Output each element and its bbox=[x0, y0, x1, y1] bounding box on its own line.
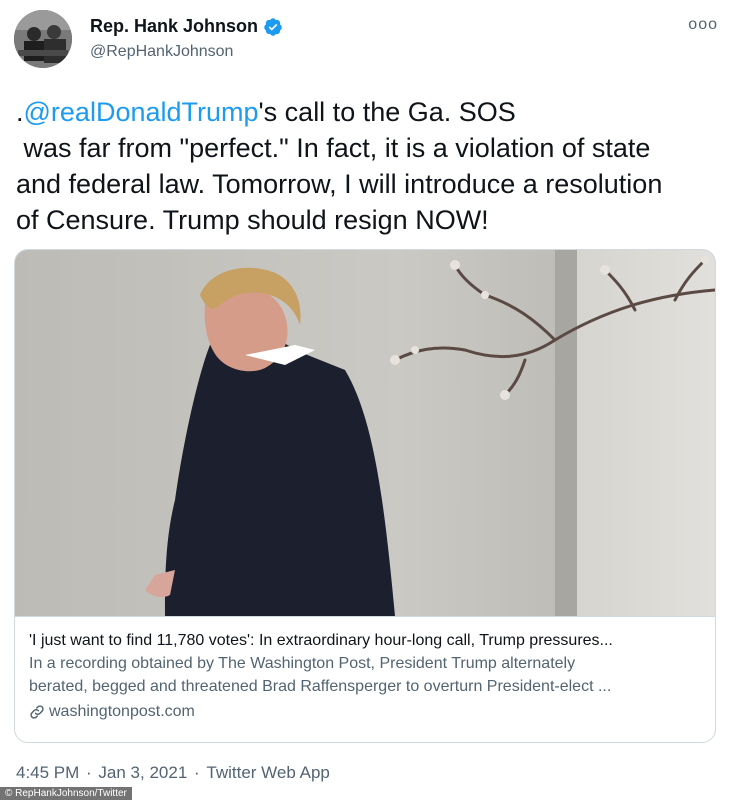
author-name-row: Rep. Hank Johnson bbox=[90, 16, 283, 37]
card-body: 'I just want to find 11,780 votes': In e… bbox=[15, 616, 715, 742]
verified-badge-icon bbox=[263, 17, 283, 37]
card-image[interactable] bbox=[15, 250, 715, 616]
card-photo bbox=[15, 250, 715, 616]
link-icon bbox=[29, 704, 45, 720]
tweet-source[interactable]: Twitter Web App bbox=[206, 763, 329, 782]
card-description-line-2: berated, begged and threatened Brad Raff… bbox=[29, 678, 612, 695]
card-description-line-1: In a recording obtained by The Washingto… bbox=[29, 655, 576, 672]
tweet-line-4: of Censure. Trump should resign NOW! bbox=[16, 205, 489, 235]
card-domain-row: washingtonpost.com bbox=[29, 701, 701, 723]
mention-link[interactable]: @realDonaldTrump bbox=[24, 97, 259, 127]
tweet-line-2: was far from "perfect." In fact, it is a… bbox=[16, 133, 651, 163]
card-title: 'I just want to find 11,780 votes': In e… bbox=[29, 632, 613, 649]
avatar[interactable] bbox=[14, 10, 72, 68]
tweet-line-1-suffix: 's call to the Ga. SOS bbox=[258, 97, 516, 127]
tweet-line-1-prefix: . bbox=[16, 97, 24, 127]
tweet-line-3: and federal law. Tomorrow, I will introd… bbox=[16, 169, 663, 199]
meta-separator-1: · bbox=[81, 763, 97, 782]
meta-separator-2: · bbox=[189, 763, 205, 782]
avatar-photo bbox=[14, 10, 72, 68]
author-display-name[interactable]: Rep. Hank Johnson bbox=[90, 16, 258, 37]
more-options-icon[interactable]: ooo bbox=[688, 16, 718, 34]
link-preview-card[interactable]: 'I just want to find 11,780 votes': In e… bbox=[14, 249, 716, 743]
card-domain: washingtonpost.com bbox=[49, 703, 195, 720]
tweet-line-1: .@realDonaldTrump's call to the Ga. SOS bbox=[16, 94, 716, 130]
tweet-date[interactable]: Jan 3, 2021 bbox=[98, 763, 187, 782]
tweet-text: .@realDonaldTrump's call to the Ga. SOS … bbox=[16, 94, 716, 238]
image-credit-watermark: © RepHankJohnson/Twitter bbox=[0, 787, 132, 800]
tweet-time[interactable]: 4:45 PM bbox=[16, 763, 79, 782]
author-handle[interactable]: @RepHankJohnson bbox=[90, 43, 233, 61]
tweet-meta: 4:45 PM · Jan 3, 2021 · Twitter Web App bbox=[16, 763, 332, 783]
